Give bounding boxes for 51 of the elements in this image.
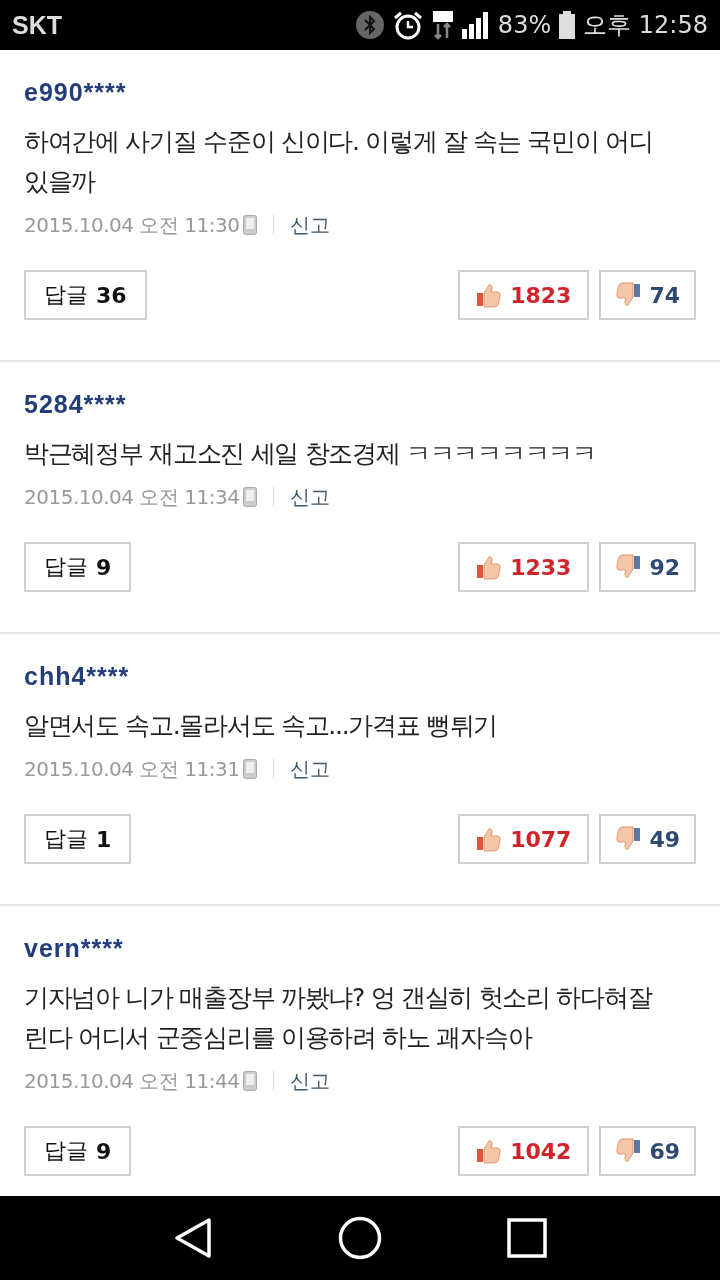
like-button[interactable]: 1042 [458,1126,590,1176]
thumbs-up-icon [476,282,503,308]
thumbs-down-icon [615,1138,642,1164]
like-button[interactable]: 1077 [458,814,590,864]
dislike-button[interactable]: 49 [599,814,696,864]
comment-text: 하여간에 사기질 수준이 신이다. 이렇게 잘 속는 국민이 어디 있을까 [24,126,654,198]
phone-icon [243,215,258,235]
report-link[interactable]: 신고 [290,1067,331,1095]
bluetooth-icon [355,11,384,39]
username[interactable]: chh4**** [24,660,130,692]
report-link[interactable]: 신고 [290,211,331,239]
comment-text: 박근혜정부 재고소진 세일 창조경제 ㅋㅋㅋㅋㅋㅋㅋㅋ [24,438,596,470]
comment-text: 기자넘아 니가 매출장부 까봤냐? 엉 갠실히 헛소리 하다혀잘 린다 어디서 군중심리를 이용하려 하노 괘자슥아 [24,982,653,1054]
comment-date: 2015.10.04 오전 11:31 [24,755,240,783]
lte-data-icon [431,10,454,40]
clock: 오후 12:58 [583,10,708,41]
like-button[interactable]: 1233 [458,542,590,592]
phone-icon [243,759,258,779]
battery-percent: 83% [497,11,552,39]
thumbs-down-icon [615,826,642,852]
report-link[interactable]: 신고 [290,755,331,783]
thumbs-up-icon [476,826,503,852]
battery-icon [559,11,576,39]
dislike-button[interactable]: 69 [599,1126,696,1176]
dislike-button[interactable]: 92 [599,542,696,592]
comment-date: 2015.10.04 오전 11:44 [24,1067,240,1095]
username[interactable]: 5284**** [24,388,127,420]
username[interactable]: e990**** [24,76,127,108]
carrier-name: SKT [12,10,62,40]
reply-button[interactable]: 답글 36 [24,270,147,320]
signal-icon [461,11,490,39]
username[interactable]: vern**** [24,932,124,964]
reply-button[interactable]: 답글 9 [24,1126,132,1176]
reply-button[interactable]: 답글 9 [24,542,132,592]
thumbs-down-icon [615,282,642,308]
comment-text: 알면서도 속고.몰라서도 속고...가격표 뻥튀기 [24,710,498,742]
recent-apps-icon[interactable] [507,1218,548,1258]
dislike-button[interactable]: 74 [599,270,696,320]
comment-date: 2015.10.04 오전 11:30 [24,211,240,239]
thumbs-up-icon [476,554,503,580]
reply-button[interactable]: 답글 1 [24,814,132,864]
thumbs-down-icon [615,554,642,580]
comment-date: 2015.10.04 오전 11:34 [24,483,240,511]
phone-icon [243,1071,258,1091]
back-icon[interactable] [172,1218,213,1258]
phone-icon [243,487,258,507]
thumbs-up-icon [476,1138,503,1164]
alarm-clock-icon [391,10,424,40]
home-icon[interactable] [338,1216,382,1260]
like-button[interactable]: 1823 [458,270,590,320]
report-link[interactable]: 신고 [290,483,331,511]
